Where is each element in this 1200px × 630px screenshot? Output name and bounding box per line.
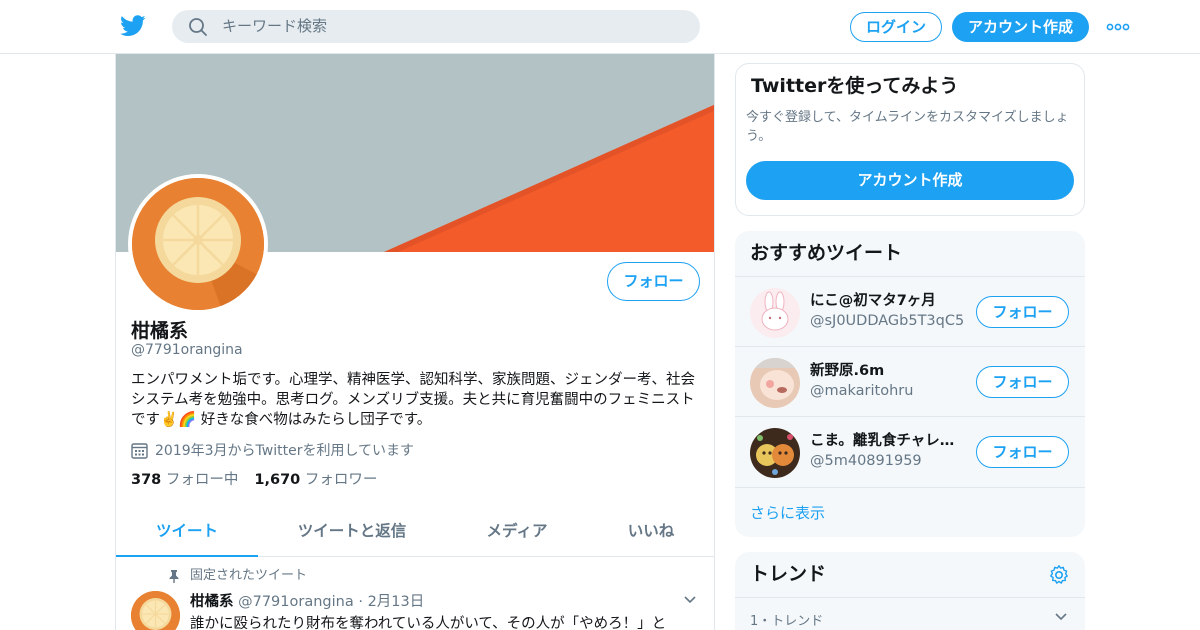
follow-button[interactable]: フォロー: [976, 436, 1069, 468]
user-handle: @makaritohru: [810, 383, 914, 399]
user-avatar[interactable]: [750, 288, 800, 338]
recommended-title: おすすめツイート: [750, 242, 903, 264]
tweet-avatar[interactable]: [131, 591, 180, 630]
recommended-card: おすすめツイート にこ@初マタ7ヶ月 @sJ0UDDAGb5T3qC5 フォロー: [735, 231, 1085, 537]
follow-button[interactable]: フォロー: [976, 296, 1069, 328]
tab-tweets[interactable]: ツイート: [116, 506, 258, 557]
user-name[interactable]: 新野原.6m: [810, 361, 965, 381]
trend-item[interactable]: 1・トレンド: [735, 597, 1085, 630]
tweet-separator: ·: [358, 594, 363, 610]
tab-media[interactable]: メディア: [446, 506, 588, 557]
profile-tabs: ツイート ツイートと返信 メディア いいね: [116, 506, 714, 557]
tab-likes[interactable]: いいね: [586, 506, 714, 557]
following-count: 378: [131, 472, 162, 488]
user-avatar[interactable]: [750, 428, 800, 478]
recommended-item[interactable]: こま。離乳食チャレンジ中 @5m40891959 フォロー: [735, 416, 1085, 486]
tweet-date[interactable]: 2月13日: [368, 594, 425, 610]
settings-gear-icon[interactable]: [1048, 564, 1070, 586]
following-link[interactable]: 378 フォロー中: [131, 472, 238, 488]
trend-meta: 1・トレンド: [750, 614, 824, 629]
tab-tweets-and-replies[interactable]: ツイートと返信: [281, 506, 423, 557]
chevron-down-icon[interactable]: [1053, 608, 1069, 624]
show-more-link[interactable]: さらに表示: [750, 503, 825, 523]
character-avatar-icon: [750, 428, 800, 478]
follow-button[interactable]: フォロー: [976, 366, 1069, 398]
profile-column: フォロー 柑橘系 @7791orangina エンパワメント垢です。心理学、精神…: [115, 54, 715, 630]
login-button[interactable]: ログイン: [850, 12, 942, 42]
signup-card-title: Twitterを使ってみよう: [751, 75, 959, 97]
bunny-avatar-icon: [750, 288, 800, 338]
show-more-row[interactable]: さらに表示: [735, 487, 1085, 537]
followers-link[interactable]: 1,670 フォロワー: [254, 472, 377, 488]
followers-count: 1,670: [254, 472, 301, 488]
follow-stats: 378 フォロー中 1,670 フォロワー: [131, 470, 377, 490]
signup-card: Twitterを使ってみよう 今すぐ登録して、タイムラインをカスタマイズしましょ…: [735, 63, 1085, 216]
followers-label: フォロワー: [304, 472, 378, 488]
tweet-author-name[interactable]: 柑橘系: [190, 594, 234, 610]
tweet-text: 誰かに殴られたり財布を奪われている人がいて、その人が「やめろ！」と: [190, 616, 667, 630]
top-navigation-bar: キーワード検索 ログイン アカウント作成: [0, 0, 1200, 54]
calendar-icon: [131, 443, 148, 459]
more-options-icon[interactable]: [1106, 18, 1130, 36]
search-icon: [189, 18, 207, 36]
tweet-author-handle[interactable]: @7791orangina: [238, 594, 354, 610]
search-input[interactable]: キーワード検索: [222, 17, 327, 36]
profile-name: 柑橘系: [131, 320, 189, 342]
twitter-bird-logo-icon[interactable]: [120, 14, 146, 38]
user-name[interactable]: こま。離乳食チャレンジ中: [810, 431, 965, 451]
pin-icon: [169, 570, 179, 583]
recommended-item[interactable]: 新野原.6m @makaritohru フォロー: [735, 346, 1085, 416]
orange-slice-icon: [132, 178, 264, 310]
signup-card-button[interactable]: アカウント作成: [746, 161, 1074, 200]
search-box[interactable]: キーワード検索: [172, 10, 700, 43]
recommended-item[interactable]: にこ@初マタ7ヶ月 @sJ0UDDAGb5T3qC5 フォロー: [735, 276, 1085, 346]
profile-avatar[interactable]: [128, 174, 268, 314]
pinned-label-text: 固定されたツイート: [190, 568, 308, 583]
signup-card-subtitle: 今すぐ登録して、タイムラインをカスタマイズしましょう。: [746, 110, 1069, 144]
profile-bio: エンパワメント垢です。心理学、精神医学、認知科学、家族問題、ジェンダー考、社会シ…: [131, 372, 696, 428]
baby-avatar-icon: [750, 358, 800, 408]
orange-slice-icon: [131, 591, 180, 630]
following-label: フォロー中: [165, 472, 239, 488]
user-handle: @5m40891959: [810, 453, 922, 469]
profile-handle: @7791orangina: [131, 342, 243, 358]
pinned-tweet-label: 固定されたツイート: [168, 568, 307, 584]
trends-title: トレンド: [750, 563, 827, 585]
join-date-text: 2019年3月からTwitterを利用しています: [155, 443, 415, 459]
user-name[interactable]: にこ@初マタ7ヶ月: [810, 291, 965, 311]
chevron-down-icon[interactable]: [682, 591, 698, 607]
user-avatar[interactable]: [750, 358, 800, 408]
join-date: 2019年3月からTwitterを利用しています: [131, 441, 414, 461]
signup-button[interactable]: アカウント作成: [952, 12, 1089, 42]
tweet-header: 柑橘系 @7791orangina · 2月13日: [190, 592, 424, 612]
follow-button[interactable]: フォロー: [607, 262, 700, 301]
trends-card: トレンド 1・トレンド: [735, 552, 1085, 630]
user-handle: @sJ0UDDAGb5T3qC5: [810, 313, 965, 329]
